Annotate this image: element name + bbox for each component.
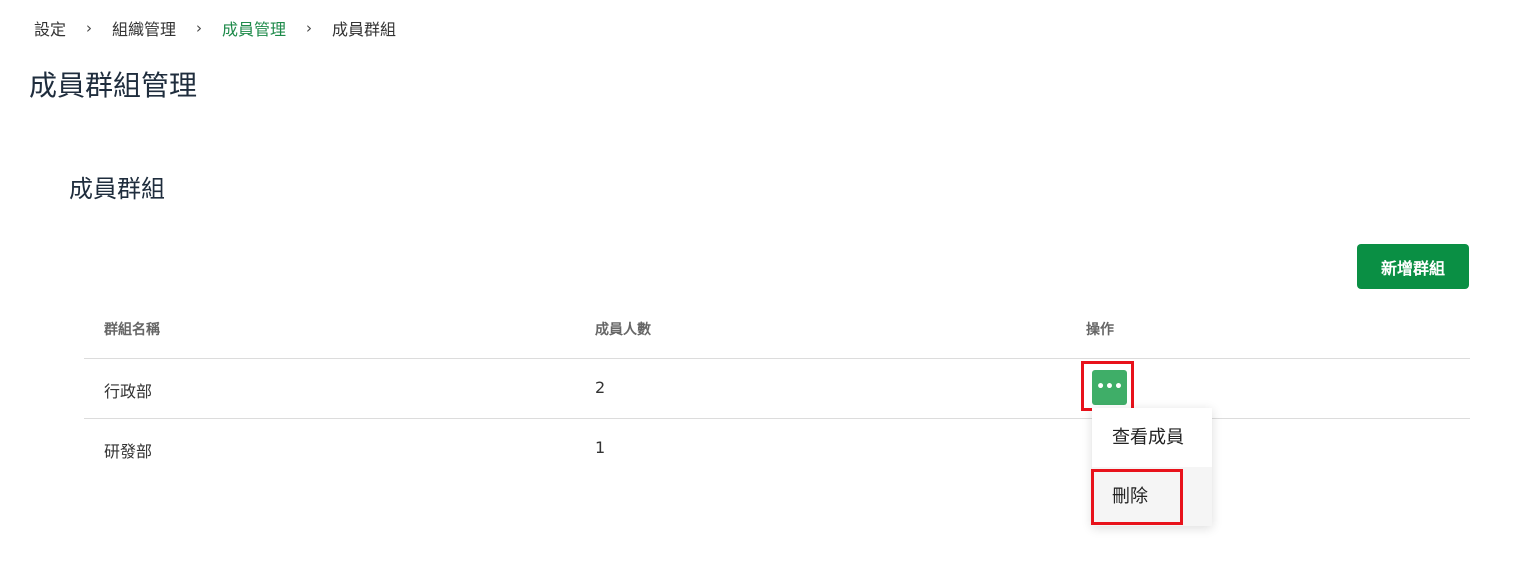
chevron-right-icon: › xyxy=(86,19,93,37)
actions-dropdown-menu: 查看成員 刪除 xyxy=(1092,408,1212,526)
breadcrumb-member-management[interactable]: 成員管理 xyxy=(222,16,286,40)
group-name-cell: 研發部 xyxy=(104,442,153,461)
menu-item-view-members[interactable]: 查看成員 xyxy=(1092,408,1212,467)
add-group-button[interactable]: 新增群組 xyxy=(1357,244,1469,289)
menu-item-delete[interactable]: 刪除 xyxy=(1092,467,1212,526)
breadcrumb-settings[interactable]: 設定 xyxy=(34,16,66,40)
group-name-cell: 行政部 xyxy=(104,382,153,401)
chevron-right-icon: › xyxy=(196,19,203,37)
member-count-cell: 1 xyxy=(595,438,606,457)
table-header: 群組名稱 成員人數 操作 xyxy=(84,303,1470,359)
table-row: 研發部 1 xyxy=(84,419,1470,478)
groups-table: 群組名稱 成員人數 操作 行政部 2 研發部 1 xyxy=(84,303,1470,478)
page-title: 成員群組管理 xyxy=(29,69,198,102)
member-count-cell: 2 xyxy=(595,378,606,397)
breadcrumb-org-management[interactable]: 組織管理 xyxy=(112,16,176,40)
breadcrumb: 設定 › 組織管理 › 成員管理 › 成員群組 xyxy=(34,15,396,41)
header-actions: 操作 xyxy=(1086,322,1114,338)
page: 設定 › 組織管理 › 成員管理 › 成員群組 成員群組管理 成員群組 新增群組… xyxy=(0,0,1514,574)
table-row: 行政部 2 xyxy=(84,359,1470,419)
header-member-count: 成員人數 xyxy=(595,322,651,338)
breadcrumb-member-groups: 成員群組 xyxy=(332,20,397,39)
highlight-box-actions xyxy=(1081,361,1134,411)
chevron-right-icon: › xyxy=(306,19,313,37)
header-group-name: 群組名稱 xyxy=(104,322,160,338)
section-title: 成員群組 xyxy=(69,175,165,203)
